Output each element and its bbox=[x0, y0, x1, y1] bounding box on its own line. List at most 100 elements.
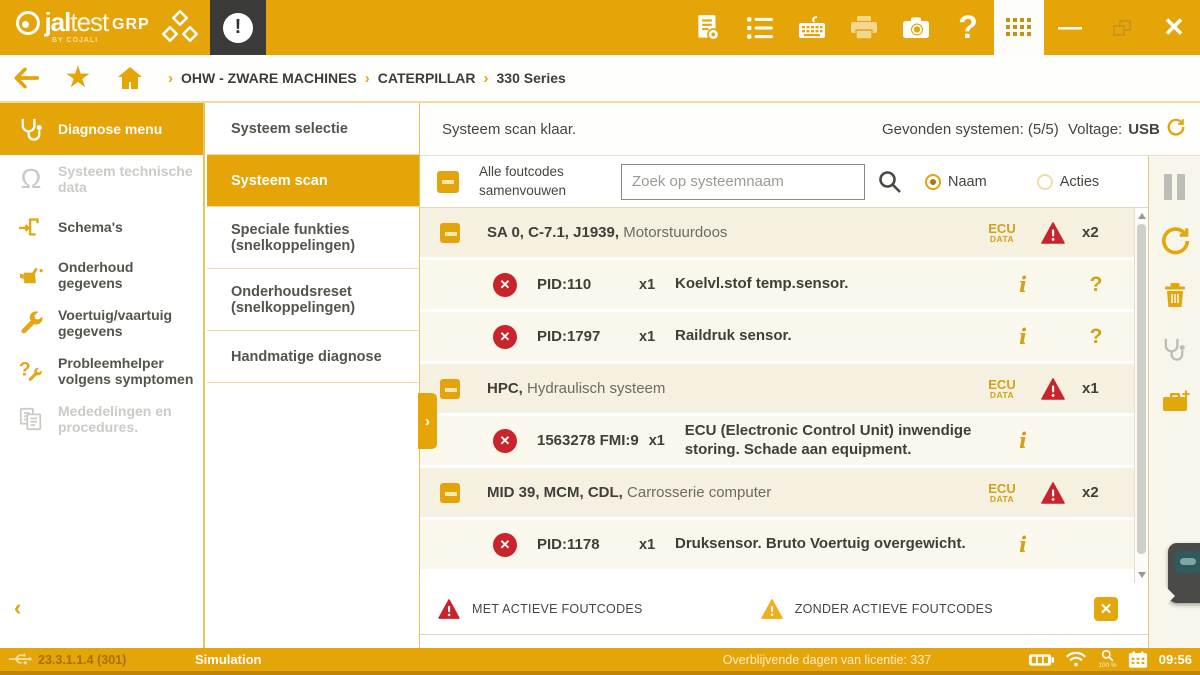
alerts-tab[interactable]: ! bbox=[210, 0, 266, 55]
system-checkbox[interactable] bbox=[440, 482, 460, 503]
sidebar-item-schemas[interactable]: Schema's bbox=[0, 203, 203, 251]
fault-row[interactable]: ✕ PID:1797 x1 Raildruk sensor. i ? bbox=[420, 312, 1134, 361]
rescan-icon[interactable] bbox=[1159, 225, 1191, 257]
top-bar: jaltest BY COJALI GRP ! ? — ✕ bbox=[0, 0, 1200, 57]
system-checkbox[interactable] bbox=[440, 378, 460, 399]
chevron-right-icon: › bbox=[483, 69, 489, 87]
diagnosis-stethoscope-icon[interactable] bbox=[1159, 333, 1191, 365]
fault-count: x2 bbox=[1082, 484, 1099, 501]
sidebar-item-label: Schema's bbox=[58, 219, 123, 235]
submenu-item-onderhoudsreset[interactable]: Onderhoudsreset (snelkoppelingen) bbox=[207, 269, 419, 331]
system-checkbox[interactable] bbox=[440, 222, 460, 243]
fault-info-icon[interactable]: i bbox=[988, 272, 1058, 297]
diagnose-sidebar: Diagnose menu Ω Systeem technische data … bbox=[0, 103, 205, 648]
fault-row[interactable]: ✕ PID:1178 x1 Druksensor. Bruto Voertuig… bbox=[420, 520, 1134, 569]
radio-acties[interactable]: Acties bbox=[1036, 173, 1099, 190]
fault-info-icon[interactable]: i bbox=[988, 324, 1058, 349]
zoom-indicator[interactable]: 100 % bbox=[1098, 649, 1117, 670]
found-systems-label: Gevonden systemen: (5/5) bbox=[882, 120, 1059, 138]
system-group-row[interactable]: HPC, Hydraulisch systeem ECU DATA x1 bbox=[420, 364, 1134, 413]
sidebar-item-systeem-technische-data[interactable]: Ω Systeem technische data bbox=[0, 155, 203, 203]
logo-text-light: test bbox=[70, 7, 109, 37]
sidebar-item-mededelingen[interactable]: Mededelingen en procedures. bbox=[0, 395, 203, 443]
fault-code: PID:1797 bbox=[537, 328, 601, 345]
ecu-data-badge[interactable]: ECU DATA bbox=[980, 482, 1024, 504]
modules-cubes-icon[interactable] bbox=[160, 9, 200, 46]
clear-faults-button[interactable]: ✕ bbox=[1094, 597, 1118, 621]
add-to-case-briefcase-icon[interactable] bbox=[1159, 387, 1191, 419]
sidebar-item-onderhoud-gegevens[interactable]: Onderhoud gegevens bbox=[0, 251, 203, 299]
license-days-label: Overblijvende dagen van licentie: 337 bbox=[722, 653, 932, 667]
camera-icon[interactable] bbox=[890, 0, 942, 55]
ecu-data-badge[interactable]: ECU DATA bbox=[980, 222, 1024, 244]
simulation-mode-label: Simulation bbox=[195, 652, 262, 667]
close-button[interactable]: ✕ bbox=[1148, 0, 1200, 55]
minimize-button[interactable]: — bbox=[1044, 0, 1096, 55]
fault-row[interactable]: ✕ PID:110 x1 Koelvl.stof temp.sensor. i … bbox=[420, 260, 1134, 309]
breadcrumb-item[interactable]: 330 Series bbox=[497, 70, 566, 86]
submenu-item-systeem-scan[interactable]: Systeem scan bbox=[207, 155, 419, 207]
help-icon[interactable]: ? bbox=[942, 0, 994, 55]
submenu-item-handmatige-diagnose[interactable]: Handmatige diagnose bbox=[207, 331, 419, 383]
search-icon[interactable] bbox=[877, 169, 903, 195]
radio-naam[interactable]: Naam bbox=[925, 173, 987, 190]
breadcrumb-bar: ★ › OHW - ZWARE MACHINES › CATERPILLAR ›… bbox=[0, 55, 1200, 103]
legend-inactive-faults: ZONDER ACTIEVE FOUTCODES bbox=[760, 598, 993, 619]
sidebar-item-voertuig-gegevens[interactable]: Voertuig/vaartuig gegevens bbox=[0, 299, 203, 347]
restore-button[interactable] bbox=[1096, 0, 1148, 55]
apps-grid-tab[interactable] bbox=[994, 0, 1044, 57]
scan-status-text: Systeem scan klaar. bbox=[442, 120, 577, 138]
submenu-item-systeem-selectie[interactable]: Systeem selectie bbox=[207, 103, 419, 155]
favorites-star-icon[interactable]: ★ bbox=[52, 54, 104, 102]
scroll-down-arrow[interactable] bbox=[1138, 572, 1146, 578]
version-label: 23.3.1.1.4 (301) bbox=[38, 653, 127, 667]
top-toolbar: ? — ✕ bbox=[682, 0, 1200, 57]
fault-info-icon[interactable]: i bbox=[988, 428, 1058, 453]
checklist-icon[interactable] bbox=[734, 0, 786, 55]
scrollbar-thumb[interactable] bbox=[1137, 224, 1146, 554]
fault-row[interactable]: ✕ 1563278 FMI:9 x1 ECU (Electronic Contr… bbox=[420, 416, 1134, 465]
warning-red-icon bbox=[438, 598, 460, 619]
scroll-up-arrow[interactable] bbox=[1138, 213, 1146, 219]
fault-help-icon[interactable]: ? bbox=[1058, 273, 1134, 297]
back-button[interactable] bbox=[0, 54, 52, 102]
system-group-row[interactable]: SA 0, C-7.1, J1939, Motorstuurdoos ECU DA… bbox=[420, 208, 1134, 257]
pause-scan-icon[interactable] bbox=[1159, 171, 1191, 203]
ecu-data-badge[interactable]: ECU DATA bbox=[980, 378, 1024, 400]
breadcrumb-item[interactable]: OHW - ZWARE MACHINES bbox=[181, 70, 357, 86]
schematic-icon bbox=[14, 214, 48, 240]
calendar-icon[interactable] bbox=[1128, 650, 1148, 669]
voltage-refresh-icon[interactable] bbox=[1166, 117, 1186, 141]
fault-occurrences: x1 bbox=[639, 328, 656, 345]
fault-occurrences: x1 bbox=[639, 536, 656, 553]
home-button[interactable] bbox=[104, 54, 156, 102]
system-title: HPC, Hydraulisch systeem bbox=[487, 380, 666, 397]
system-title: MID 39, MCM, CDL, Carrosserie computer bbox=[487, 484, 772, 501]
print-icon[interactable] bbox=[838, 0, 890, 55]
voltage-label: Voltage: bbox=[1068, 120, 1123, 138]
delete-faults-icon[interactable] bbox=[1159, 279, 1191, 311]
report-icon[interactable] bbox=[682, 0, 734, 55]
collapse-sidebar-chevron[interactable]: ‹ bbox=[14, 595, 21, 621]
voltage-value: USB bbox=[1128, 120, 1160, 138]
collapse-all-checkbox[interactable] bbox=[437, 170, 459, 193]
panel-expander-handle[interactable]: › bbox=[418, 393, 437, 449]
active-fault-warning-icon bbox=[1024, 221, 1082, 244]
keyboard-icon[interactable] bbox=[786, 0, 838, 55]
fault-description: Raildruk sensor. bbox=[675, 327, 792, 345]
sidebar-item-probleemhelper[interactable]: ? Probleemhelper volgens symptomen bbox=[0, 347, 203, 395]
submenu-item-speciale-funkties[interactable]: Speciale funkties (snelkoppelingen) bbox=[207, 207, 419, 269]
sidebar-item-diagnose-menu[interactable]: Diagnose menu bbox=[0, 103, 203, 155]
wrench-icon bbox=[14, 310, 48, 336]
fault-description: Druksensor. Bruto Voertuig overgewicht. bbox=[675, 535, 966, 553]
legend-active-faults: MET ACTIEVE FOUTCODES bbox=[438, 598, 643, 619]
breadcrumb-item[interactable]: CATERPILLAR bbox=[378, 70, 476, 86]
collapse-all-label: Alle foutcodes samenvouwen bbox=[479, 164, 567, 198]
jaltest-logo[interactable]: jaltest BY COJALI bbox=[16, 7, 109, 44]
jaltest-app-window: jaltest BY COJALI GRP ! ? — ✕ ★ › OHW - … bbox=[0, 0, 1200, 675]
fault-help-icon[interactable]: ? bbox=[1058, 325, 1134, 349]
list-scrollbar[interactable] bbox=[1134, 208, 1148, 583]
search-input[interactable] bbox=[621, 163, 865, 200]
system-group-row[interactable]: MID 39, MCM, CDL, Carrosserie computer E… bbox=[420, 468, 1134, 517]
fault-info-icon[interactable]: i bbox=[988, 532, 1058, 557]
